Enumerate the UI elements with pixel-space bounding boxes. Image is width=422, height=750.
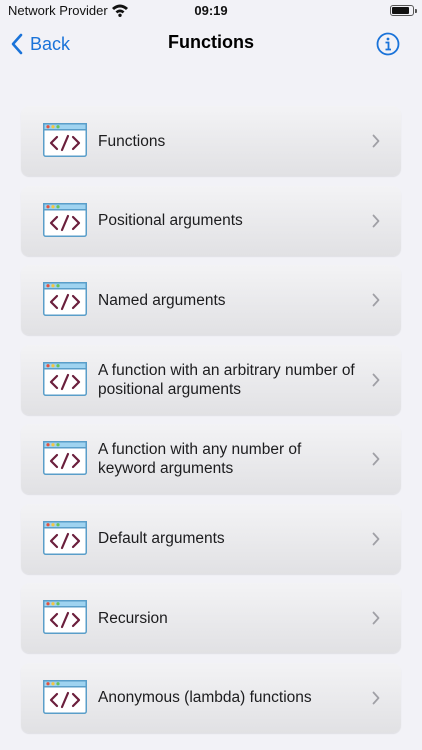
chevron-right-icon [372,691,380,704]
list-item-label: Named arguments [98,291,226,309]
list-item-label: A function with any number of keyword ar… [98,441,302,477]
status-bar: Network Provider 09:19 [0,0,422,22]
list-item-label: Default arguments [98,530,225,547]
list-item-label: Anonymous (lambda) functions [98,689,312,706]
code-window-icon [43,123,87,157]
chevron-right-icon [372,134,380,148]
list-item[interactable]: Default arguments [21,503,401,574]
list-item[interactable]: Functions [21,106,401,176]
list-item[interactable]: A function with any number of keyword ar… [21,424,401,494]
status-time: 09:19 [194,3,228,18]
list-item-label: Functions [98,132,166,150]
battery-icon [390,5,417,16]
topic-list: Functions Positional arguments Named arg… [21,106,401,742]
list-item[interactable]: Recursion [21,583,401,653]
list-item[interactable]: A function with an arbitrary number of p… [21,344,401,415]
code-window-icon [43,441,87,475]
chevron-right-icon [372,611,380,625]
chevron-right-icon [372,293,380,307]
code-window-icon [43,600,87,634]
list-item-label: Positional arguments [98,212,243,229]
list-item[interactable]: Named arguments [21,265,401,335]
code-window-icon [43,520,87,555]
list-item-label: Recursion [98,609,168,627]
code-window-icon [43,361,87,396]
chevron-right-icon [372,452,380,466]
chevron-right-icon [372,532,380,545]
code-window-icon [43,202,87,237]
info-circle-icon[interactable] [376,32,400,56]
list-item[interactable]: Positional arguments [21,185,401,256]
navigation-bar: Back Functions [0,22,422,66]
list-item[interactable]: Anonymous (lambda) functions [21,662,401,733]
chevron-right-icon [372,373,380,386]
page-title: Functions [168,32,254,52]
code-window-icon [43,282,87,316]
code-window-icon [43,679,87,714]
chevron-right-icon [372,214,380,227]
list-item-label: A function with an arbitrary number of p… [98,361,355,398]
